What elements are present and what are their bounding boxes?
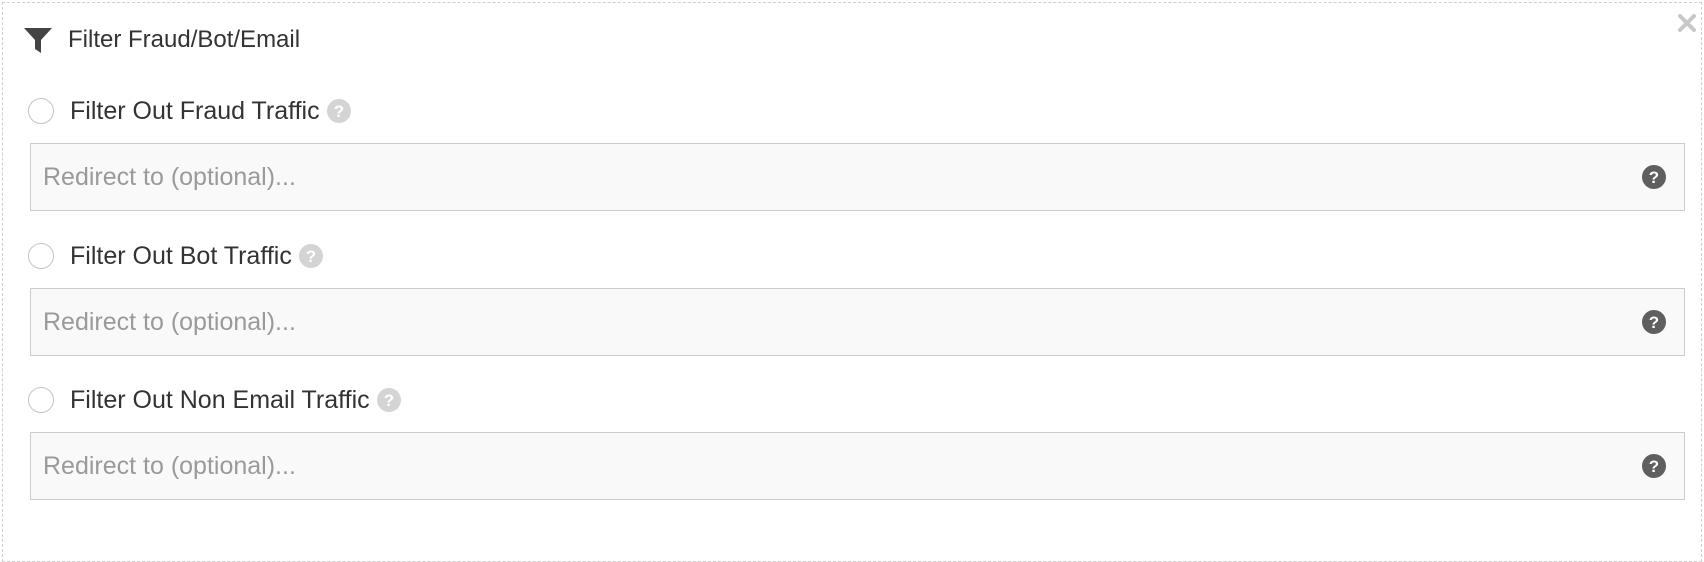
bot-redirect-field[interactable]: ?	[30, 288, 1685, 356]
filter-panel: Filter Fraud/Bot/Email Filter Out Fraud …	[2, 2, 1702, 562]
fraud-filter-option[interactable]: Filter Out Fraud Traffic ?	[28, 95, 352, 127]
svg-text:?: ?	[1649, 168, 1659, 187]
fraud-redirect-field[interactable]: ?	[30, 143, 1685, 211]
bot-redirect-input[interactable]	[31, 289, 1621, 355]
help-icon[interactable]: ?	[376, 387, 402, 413]
email-filter-label: Filter Out Non Email Traffic	[70, 386, 370, 414]
fraud-redirect-input[interactable]	[31, 144, 1621, 210]
help-icon[interactable]: ?	[298, 243, 324, 269]
bot-filter-option[interactable]: Filter Out Bot Traffic ?	[28, 240, 324, 272]
help-icon[interactable]: ?	[1641, 164, 1667, 190]
email-redirect-input[interactable]	[31, 433, 1621, 499]
help-icon[interactable]: ?	[326, 98, 352, 124]
help-icon[interactable]: ?	[1641, 453, 1667, 479]
svg-text:?: ?	[306, 247, 316, 266]
close-icon[interactable]	[1677, 13, 1697, 33]
svg-text:?: ?	[1649, 313, 1659, 332]
bot-filter-label: Filter Out Bot Traffic	[70, 242, 292, 270]
email-filter-option[interactable]: Filter Out Non Email Traffic ?	[28, 384, 402, 416]
fraud-filter-radio[interactable]	[28, 98, 54, 124]
bot-filter-radio[interactable]	[28, 243, 54, 269]
svg-text:?: ?	[1649, 457, 1659, 476]
filter-icon	[24, 28, 52, 53]
svg-text:?: ?	[383, 391, 393, 410]
panel-title: Filter Fraud/Bot/Email	[68, 26, 301, 53]
email-redirect-field[interactable]: ?	[30, 432, 1685, 500]
panel-header: Filter Fraud/Bot/Email	[23, 23, 300, 57]
svg-text:?: ?	[333, 102, 343, 121]
fraud-filter-label: Filter Out Fraud Traffic	[70, 97, 320, 125]
help-icon[interactable]: ?	[1641, 309, 1667, 335]
email-filter-radio[interactable]	[28, 387, 54, 413]
